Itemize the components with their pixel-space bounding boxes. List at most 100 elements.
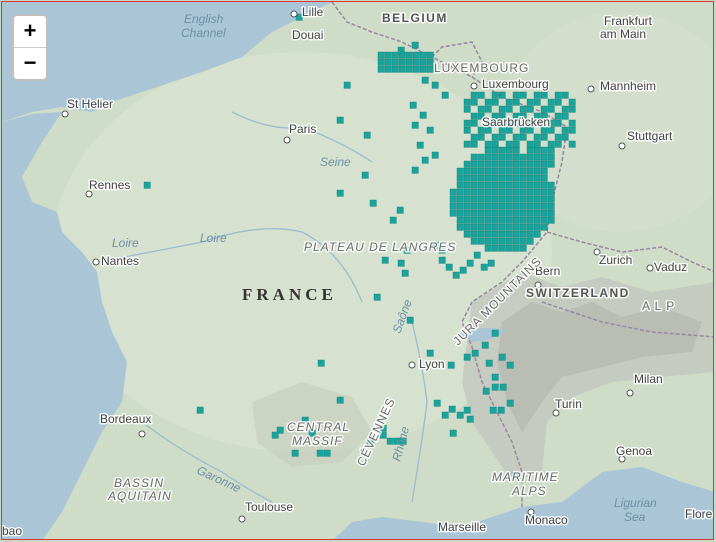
occurrence-cell	[491, 195, 499, 203]
occurrence-cell	[533, 202, 541, 210]
occurrence-cell	[484, 188, 492, 196]
label-lyon: Lyon	[419, 357, 445, 371]
occurrence-cell	[477, 230, 485, 238]
occurrence-cell	[391, 51, 399, 59]
occurrence-cell	[547, 181, 555, 189]
occurrence-cell	[452, 271, 460, 279]
occurrence-cell	[505, 98, 513, 106]
occurrence-cell	[512, 195, 520, 203]
occurrence-cell	[519, 230, 527, 238]
occurrence-cell	[505, 174, 513, 182]
label-toulouse: Toulouse	[245, 500, 293, 514]
label-nantes: Nantes	[101, 254, 139, 268]
occurrence-cell	[526, 98, 534, 106]
occurrence-cell	[481, 341, 489, 349]
occurrence-cell	[561, 91, 569, 99]
occurrence-cell	[519, 202, 527, 210]
occurrence-cell	[384, 65, 392, 73]
occurrence-cell	[505, 244, 513, 252]
label-monaco: Monaco	[525, 513, 568, 527]
occurrence-cell	[512, 237, 520, 245]
map-view[interactable]: Lille Douai BELGIUM English Channel Fran…	[1, 1, 714, 540]
city-dot	[138, 430, 146, 438]
occurrence-cell	[323, 449, 331, 457]
occurrence-cell	[519, 209, 527, 217]
occurrence-cell	[561, 112, 569, 120]
occurrence-cell	[561, 105, 569, 113]
label-paris: Paris	[289, 122, 316, 136]
occurrence-cell	[498, 244, 506, 252]
label-vaduz: Vaduz	[654, 260, 687, 274]
occurrence-cell	[484, 153, 492, 161]
occurrence-cell	[547, 160, 555, 168]
occurrence-cell	[412, 65, 420, 73]
occurrence-cell	[540, 167, 548, 175]
occurrence-cell	[463, 188, 471, 196]
occurrence-cell	[526, 209, 534, 217]
occurrence-cell	[489, 406, 497, 414]
occurrence-cell	[484, 237, 492, 245]
occurrence-cell	[547, 98, 555, 106]
label-bassin-aquitain: AQUITAIN	[107, 489, 172, 503]
occurrence-cell	[533, 140, 541, 148]
occurrence-cell	[470, 112, 478, 120]
city-dot	[470, 82, 478, 90]
occurrence-cell	[547, 140, 555, 148]
occurrence-cell	[470, 91, 478, 99]
occurrence-cell	[512, 181, 520, 189]
occurrence-cell	[447, 361, 455, 369]
occurrence-cell	[484, 209, 492, 217]
occurrence-cell	[540, 160, 548, 168]
occurrence-cell	[381, 256, 389, 264]
label-rennes: Rennes	[89, 178, 130, 192]
occurrence-cell	[456, 411, 464, 419]
occurrence-cell	[470, 133, 478, 141]
zoom-out-button[interactable]: −	[14, 47, 46, 79]
label-bordeaux: Bordeaux	[100, 412, 151, 426]
occurrence-cell	[505, 160, 513, 168]
occurrence-cell	[519, 216, 527, 224]
occurrence-cell	[463, 202, 471, 210]
occurrence-cell	[316, 449, 324, 457]
occurrence-cell	[533, 181, 541, 189]
occurrence-cell	[463, 209, 471, 217]
occurrence-cell	[377, 65, 385, 73]
occurrence-cell	[498, 91, 506, 99]
occurrence-cell	[470, 188, 478, 196]
label-luxembourg: Luxembourg	[482, 77, 549, 91]
occurrence-cell	[491, 167, 499, 175]
label-mannheim: Mannheim	[600, 79, 656, 93]
occurrence-cell	[491, 98, 499, 106]
occurrence-cell	[512, 202, 520, 210]
occurrence-cell	[449, 202, 457, 210]
occurrence-cell	[512, 91, 520, 99]
occurrence-cell	[477, 237, 485, 245]
occurrence-cell	[384, 51, 392, 59]
occurrence-cell	[526, 160, 534, 168]
occurrence-cell	[412, 51, 420, 59]
occurrence-cell	[487, 259, 495, 267]
occurrence-cell	[568, 140, 576, 148]
occurrence-cell	[463, 126, 471, 134]
occurrence-cell	[456, 174, 464, 182]
occurrence-cell	[554, 140, 562, 148]
occurrence-cell	[533, 223, 541, 231]
occurrence-cell	[411, 121, 419, 129]
basemap[interactable]: Lille Douai BELGIUM English Channel Fran…	[2, 2, 714, 540]
occurrence-cell	[498, 353, 506, 361]
zoom-in-button[interactable]: +	[14, 16, 46, 47]
occurrence-cell	[491, 329, 499, 337]
label-stuttgart: Stuttgart	[627, 129, 673, 143]
label-bilbao: bao	[2, 524, 22, 538]
occurrence-cell	[484, 140, 492, 148]
label-turin: Turin	[555, 397, 582, 411]
occurrence-cell	[491, 223, 499, 231]
occurrence-cell	[470, 209, 478, 217]
occurrence-cell	[505, 146, 513, 154]
occurrence-cell	[498, 209, 506, 217]
occurrence-cell	[512, 209, 520, 217]
occurrence-cell	[426, 349, 434, 357]
occurrence-cell	[466, 259, 474, 267]
occurrence-cell	[377, 58, 385, 66]
occurrence-cell	[484, 202, 492, 210]
